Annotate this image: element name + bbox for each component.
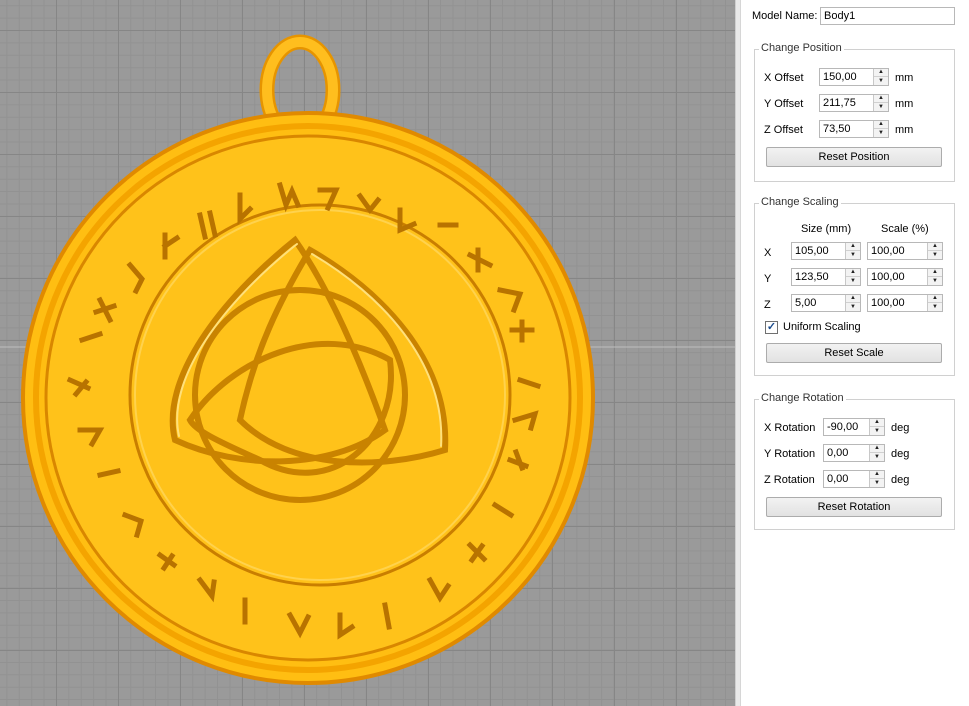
up-arrow-icon[interactable]: ▲ — [928, 269, 942, 277]
change-position-group: Change Position X Offset ▲▼ mm Y Offset … — [754, 42, 955, 182]
y-offset-spinbox[interactable]: ▲▼ — [819, 94, 889, 112]
pendant-model[interactable] — [0, 0, 735, 706]
size-y-spinbox[interactable]: ▲▼ — [791, 268, 861, 286]
up-arrow-icon[interactable]: ▲ — [928, 295, 942, 303]
x-offset-input[interactable] — [820, 69, 878, 85]
down-arrow-icon[interactable]: ▼ — [874, 77, 888, 85]
reset-rotation-button[interactable]: Reset Rotation — [766, 497, 942, 517]
up-arrow-icon[interactable]: ▲ — [870, 445, 884, 453]
model-name-label: Model Name: — [752, 10, 818, 22]
x-rotation-input[interactable] — [824, 419, 874, 435]
scale-y-spinbox[interactable]: ▲▼ — [867, 268, 943, 286]
scale-x-axis-label: X — [764, 247, 772, 259]
x-offset-spinbox[interactable]: ▲▼ — [819, 68, 889, 86]
z-offset-input[interactable] — [820, 121, 878, 137]
down-arrow-icon[interactable]: ▼ — [846, 251, 860, 259]
scale-column-header: Scale (%) — [881, 223, 929, 235]
checkmark-icon: ✓ — [766, 321, 777, 333]
3d-viewport[interactable] — [0, 0, 735, 706]
x-rotation-spinbox[interactable]: ▲▼ — [823, 418, 885, 436]
up-arrow-icon[interactable]: ▲ — [928, 243, 942, 251]
uniform-scaling-label[interactable]: Uniform Scaling — [783, 321, 861, 333]
up-arrow-icon[interactable]: ▲ — [870, 419, 884, 427]
pendant-disc — [44, 134, 572, 662]
z-offset-label: Z Offset — [764, 124, 803, 136]
down-arrow-icon[interactable]: ▼ — [870, 479, 884, 487]
up-arrow-icon[interactable]: ▲ — [846, 295, 860, 303]
up-arrow-icon[interactable]: ▲ — [846, 243, 860, 251]
scale-z-axis-label: Z — [764, 299, 771, 311]
down-arrow-icon[interactable]: ▼ — [928, 251, 942, 259]
size-z-spinbox[interactable]: ▲▼ — [791, 294, 861, 312]
size-column-header: Size (mm) — [801, 223, 852, 235]
properties-panel: Model Name: Change Position X Offset ▲▼ … — [741, 0, 969, 706]
change-rotation-group: Change Rotation X Rotation ▲▼ deg Y Rota… — [754, 392, 955, 530]
up-arrow-icon[interactable]: ▲ — [874, 121, 888, 129]
y-rotation-input[interactable] — [824, 445, 874, 461]
change-scaling-title: Change Scaling — [759, 196, 841, 208]
y-offset-input[interactable] — [820, 95, 878, 111]
uniform-scaling-checkbox[interactable]: ✓ — [765, 321, 778, 334]
size-z-input[interactable] — [792, 295, 850, 311]
z-rotation-spinbox[interactable]: ▲▼ — [823, 470, 885, 488]
model-name-input[interactable] — [820, 7, 955, 25]
reset-position-button[interactable]: Reset Position — [766, 147, 942, 167]
up-arrow-icon[interactable]: ▲ — [874, 95, 888, 103]
change-position-title: Change Position — [759, 42, 844, 54]
change-scaling-group: Change Scaling Size (mm) Scale (%) X ▲▼ … — [754, 196, 955, 376]
scale-x-spinbox[interactable]: ▲▼ — [867, 242, 943, 260]
z-offset-unit: mm — [895, 124, 914, 136]
up-arrow-icon[interactable]: ▲ — [870, 471, 884, 479]
z-rotation-label: Z Rotation — [764, 474, 815, 486]
scale-z-spinbox[interactable]: ▲▼ — [867, 294, 943, 312]
x-rotation-label: X Rotation — [764, 422, 816, 434]
down-arrow-icon[interactable]: ▼ — [874, 103, 888, 111]
down-arrow-icon[interactable]: ▼ — [870, 427, 884, 435]
scale-x-input[interactable] — [868, 243, 932, 259]
down-arrow-icon[interactable]: ▼ — [928, 303, 942, 311]
down-arrow-icon[interactable]: ▼ — [846, 277, 860, 285]
y-offset-unit: mm — [895, 98, 914, 110]
up-arrow-icon[interactable]: ▲ — [874, 69, 888, 77]
scale-y-input[interactable] — [868, 269, 932, 285]
z-rotation-unit: deg — [891, 474, 910, 486]
y-rotation-label: Y Rotation — [764, 448, 816, 460]
scale-y-axis-label: Y — [764, 273, 772, 285]
down-arrow-icon[interactable]: ▼ — [928, 277, 942, 285]
z-offset-spinbox[interactable]: ▲▼ — [819, 120, 889, 138]
y-rotation-spinbox[interactable]: ▲▼ — [823, 444, 885, 462]
size-x-input[interactable] — [792, 243, 850, 259]
reset-scale-button[interactable]: Reset Scale — [766, 343, 942, 363]
x-offset-unit: mm — [895, 72, 914, 84]
y-offset-label: Y Offset — [764, 98, 804, 110]
z-rotation-input[interactable] — [824, 471, 874, 487]
scale-z-input[interactable] — [868, 295, 932, 311]
up-arrow-icon[interactable]: ▲ — [846, 269, 860, 277]
down-arrow-icon[interactable]: ▼ — [846, 303, 860, 311]
size-y-input[interactable] — [792, 269, 850, 285]
down-arrow-icon[interactable]: ▼ — [874, 129, 888, 137]
change-rotation-title: Change Rotation — [759, 392, 846, 404]
x-rotation-unit: deg — [891, 422, 910, 434]
down-arrow-icon[interactable]: ▼ — [870, 453, 884, 461]
x-offset-label: X Offset — [764, 72, 804, 84]
y-rotation-unit: deg — [891, 448, 910, 460]
size-x-spinbox[interactable]: ▲▼ — [791, 242, 861, 260]
